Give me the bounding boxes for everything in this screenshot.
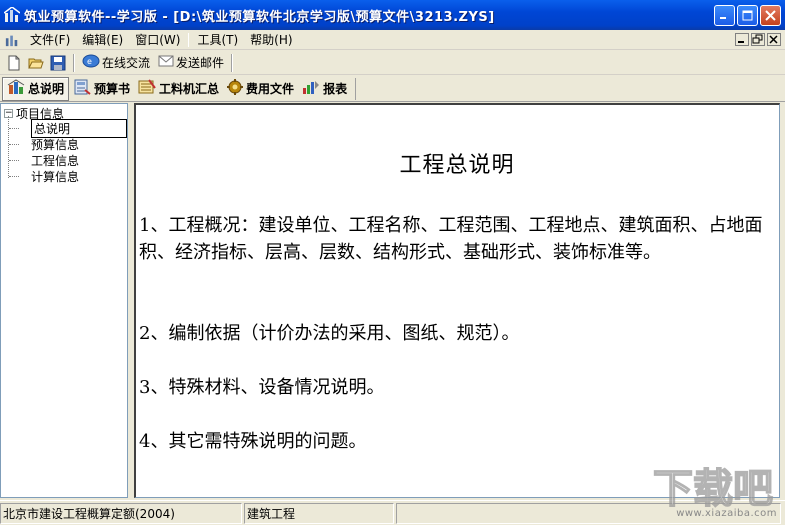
toolbar-separator [73, 53, 75, 72]
title-bar[interactable]: 筑业预算软件--学习版 - [D:\筑业预算软件北京学习版\预算文件\3213.… [0, 0, 785, 30]
right-edge [780, 103, 785, 498]
tab-materials-summary[interactable]: 工料机汇总 [134, 77, 223, 101]
maximize-icon [742, 10, 753, 21]
menu-help[interactable]: 帮助(H) [244, 31, 298, 48]
tab-budget-book-label: 预算书 [94, 82, 131, 96]
calculator-icon [73, 79, 91, 98]
menu-file[interactable]: 文件(F) [24, 31, 76, 48]
status-quota: 北京市建设工程概算定额(2004) [0, 502, 242, 524]
gear-icon [227, 79, 244, 98]
tree-item-label: 计算信息 [31, 169, 80, 184]
tree-item-label: 工程信息 [31, 153, 80, 168]
tab-fee-file[interactable]: 费用文件 [223, 77, 298, 101]
watermark-url: www.xiazaiba.com [676, 508, 777, 519]
minimize-icon [738, 41, 744, 43]
menu-window[interactable]: 窗口(W) [129, 31, 186, 48]
close-button[interactable] [760, 5, 781, 26]
menu-tools[interactable]: 工具(T) [191, 31, 244, 48]
tree-item-label: 预算信息 [31, 137, 80, 152]
tree-item-summary[interactable]: 总说明 [9, 118, 127, 138]
tree-item-calc-info[interactable]: 计算信息 [9, 168, 127, 184]
tab-budget-book[interactable]: 预算书 [69, 77, 134, 101]
module-tab-bar: 总说明 预算书 工料机汇总 费用文件 报表 [0, 76, 785, 102]
send-mail-label: 发送邮件 [176, 56, 225, 70]
child-minimize-button[interactable] [735, 33, 749, 46]
project-tree[interactable]: − 项目信息 总说明 预算信息 工程信息 计算信息 [0, 103, 128, 498]
tab-summary[interactable]: 总说明 [2, 76, 70, 101]
svg-text:下载吧: 下载吧 [653, 466, 773, 508]
tab-fee-file-label: 费用文件 [246, 82, 295, 96]
close-icon [769, 35, 778, 44]
tree-item-project-info[interactable]: 工程信息 [9, 152, 127, 168]
open-folder-icon[interactable] [26, 53, 46, 73]
restore-icon [752, 34, 763, 44]
document-paragraph-4: 4、其它需特殊说明的问题。 [139, 431, 367, 452]
description-editor[interactable]: 工程总说明 1、工程概况：建设单位、工程名称、工程范围、工程地点、建筑面积、占地… [134, 103, 780, 498]
menu-bar: 文件(F) 编辑(E) 窗口(W) 工具(T) 帮助(H) [0, 30, 785, 50]
minimize-button[interactable] [714, 5, 735, 26]
svg-text:e: e [87, 57, 92, 66]
menu-edit[interactable]: 编辑(E) [76, 31, 129, 48]
toolbar-separator [231, 53, 234, 72]
child-close-button[interactable] [767, 33, 781, 46]
online-chat-label: 在线交流 [102, 56, 151, 70]
save-icon[interactable] [48, 53, 68, 73]
chat-icon: e [82, 53, 100, 72]
window-title: 筑业预算软件--学习版 - [D:\筑业预算软件北京学习版\预算文件\3213.… [24, 9, 495, 25]
close-icon [765, 10, 776, 21]
tab-reports[interactable]: 报表 [298, 77, 351, 101]
tab-reports-label: 报表 [323, 82, 348, 96]
app-icon [4, 7, 20, 23]
send-mail-button[interactable]: 发送邮件 [154, 53, 228, 73]
document-app-icon [2, 30, 22, 50]
new-file-icon[interactable] [4, 53, 24, 73]
maximize-button[interactable] [737, 5, 758, 26]
status-project-type: 建筑工程 [244, 502, 394, 524]
mail-icon [158, 54, 174, 71]
document-paragraph-2: 2、编制依据（计价办法的采用、图纸、规范）。 [139, 323, 520, 344]
tools-icon [138, 79, 156, 98]
report-icon [302, 79, 320, 98]
document-title: 工程总说明 [399, 153, 515, 178]
building-icon [7, 79, 25, 98]
document-paragraph-1: 1、工程概况：建设单位、工程名称、工程范围、工程地点、建筑面积、占地面积、经济指… [139, 215, 763, 263]
minimize-icon [720, 17, 726, 19]
tab-materials-summary-label: 工料机汇总 [159, 82, 220, 96]
toolbar: e 在线交流 发送邮件 [0, 51, 785, 75]
online-chat-button[interactable]: e 在线交流 [78, 53, 154, 73]
tab-bar-separator [355, 77, 357, 100]
tab-summary-label: 总说明 [28, 82, 65, 96]
child-restore-button[interactable] [751, 33, 765, 46]
menu-separator [188, 32, 190, 47]
tree-item-budget-info[interactable]: 预算信息 [9, 136, 127, 152]
tree-connector-line [8, 116, 9, 178]
document-paragraph-3: 3、特殊材料、设备情况说明。 [139, 377, 385, 398]
